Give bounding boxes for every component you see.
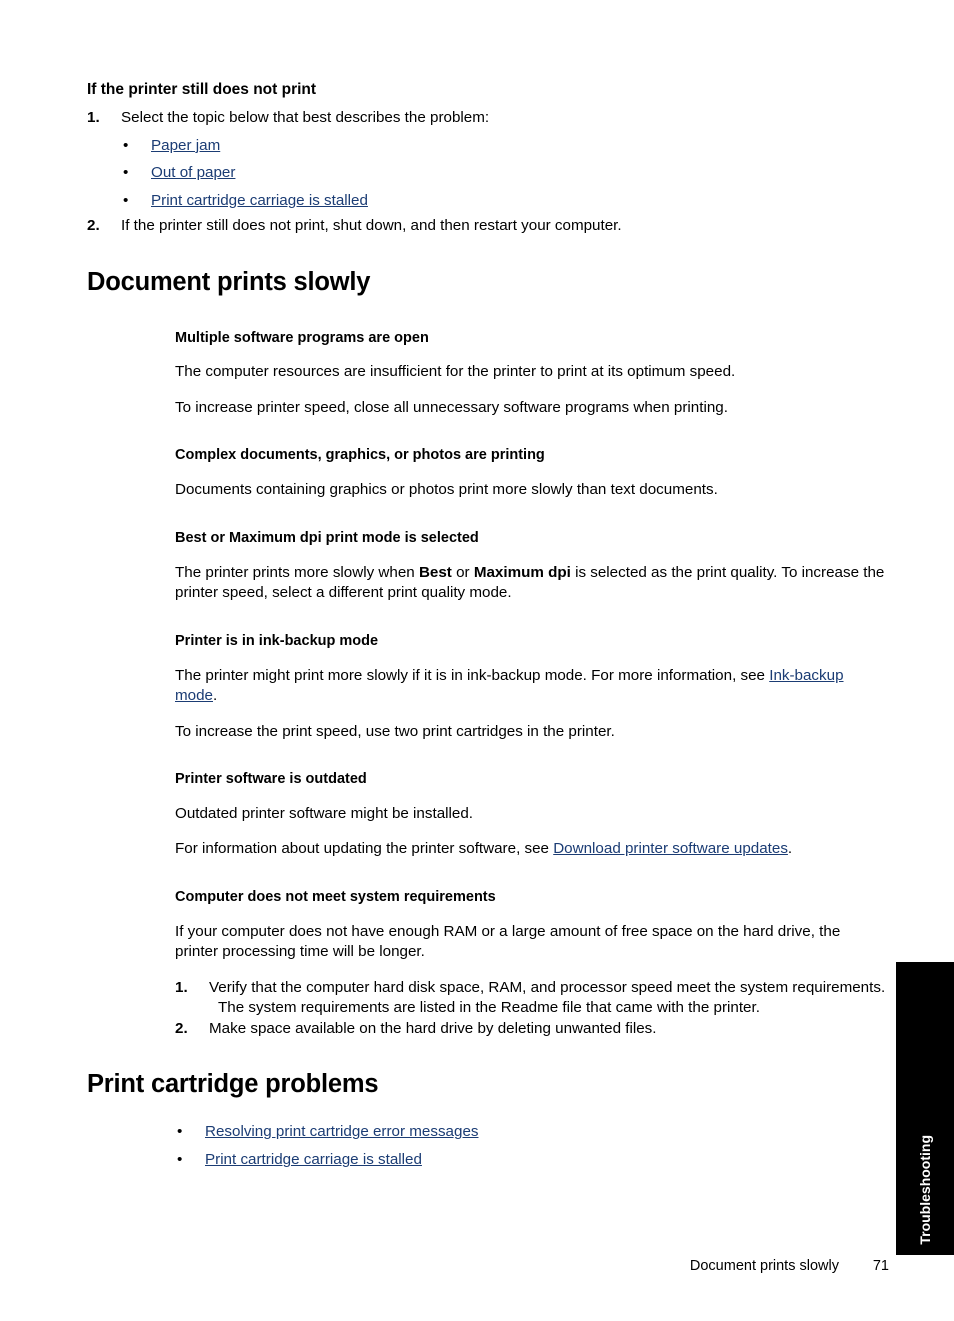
emphasis-maximum-dpi: Maximum dpi xyxy=(473,563,571,581)
link-download-printer-software-updates[interactable]: Download printer software updates xyxy=(553,840,788,857)
heading-print-cartridge-problems: Print cartridge problems xyxy=(87,1070,379,1099)
subsection-complex-documents: Complex documents, graphics, or photos a… xyxy=(175,446,887,500)
list-item: 2. If the printer still does not print, … xyxy=(87,216,887,237)
paragraph: For information about updating the print… xyxy=(175,839,887,860)
text-fragment: The printer might print more slowly if i… xyxy=(175,666,770,684)
text-fragment: . xyxy=(213,687,218,705)
list-item: • Resolving print cartridge error messag… xyxy=(177,1122,887,1143)
subsection-multiple-software-programs: Multiple software programs are open The … xyxy=(175,329,887,419)
still-not-print-links: • Paper jam • Out of paper • Print cartr… xyxy=(123,136,887,212)
bullet-icon: • xyxy=(123,164,129,182)
bullet-icon: • xyxy=(123,191,129,209)
step-text: Select the topic below that best describ… xyxy=(121,109,490,127)
step-number: 1. xyxy=(175,978,188,996)
chapter-side-tab: Troubleshooting xyxy=(896,962,954,1255)
list-item: • Print cartridge carriage is stalled xyxy=(177,1150,887,1171)
side-tab-label: Troubleshooting xyxy=(917,1135,933,1245)
list-item: 2. Make space available on the hard driv… xyxy=(175,1019,887,1040)
paragraph: The printer prints more slowly when Best… xyxy=(175,563,887,604)
bullet-icon: • xyxy=(177,1151,183,1169)
paragraph: The printer might print more slowly if i… xyxy=(175,666,887,707)
list-item: • Out of paper xyxy=(123,163,887,184)
step-subparagraph: The system requirements are listed in th… xyxy=(218,999,760,1017)
step-text: Verify that the computer hard disk space… xyxy=(209,978,886,996)
subsection-heading: Computer does not meet system requiremen… xyxy=(175,888,496,905)
link-paper-jam[interactable]: Paper jam xyxy=(151,137,220,154)
step-text: If the printer still does not print, shu… xyxy=(121,217,622,235)
paragraph: The computer resources are insufficient … xyxy=(175,363,736,381)
page-content: If the printer still does not print 1. S… xyxy=(87,80,887,1171)
system-requirements-steps: 1. Verify that the computer hard disk sp… xyxy=(175,978,887,1040)
subsection-printer-software-outdated: Printer software is outdated Outdated pr… xyxy=(175,770,887,860)
paragraph: Documents containing graphics or photos … xyxy=(175,481,718,499)
list-item: 1. Select the topic below that best desc… xyxy=(87,108,887,129)
cartridge-problem-links: • Resolving print cartridge error messag… xyxy=(177,1122,887,1171)
list-item: 1. Verify that the computer hard disk sp… xyxy=(175,978,887,1019)
paragraph: To increase the print speed, use two pri… xyxy=(175,722,615,740)
step-number: 2. xyxy=(175,1019,188,1037)
still-not-print-steps: 1. Select the topic below that best desc… xyxy=(87,108,887,237)
footer-title: Document prints slowly xyxy=(689,1258,839,1274)
bullet-icon: • xyxy=(177,1122,183,1140)
step-number: 1. xyxy=(87,109,100,127)
paragraph: If your computer does not have enough RA… xyxy=(175,922,841,961)
side-tab-label-wrap: Troubleshooting xyxy=(896,1085,954,1245)
link-resolving-print-cartridge-error-messages[interactable]: Resolving print cartridge error messages xyxy=(205,1123,479,1140)
emphasis-best: Best xyxy=(418,563,452,581)
text-fragment: For information about updating the print… xyxy=(175,840,554,858)
text-fragment: . xyxy=(787,840,793,858)
subsection-heading: Best or Maximum dpi print mode is select… xyxy=(175,529,479,546)
heading-if-printer-still-does-not-print: If the printer still does not print xyxy=(87,81,317,98)
paragraph: To increase printer speed, close all unn… xyxy=(175,398,728,416)
text-fragment: The printer prints more slowly when xyxy=(175,563,419,581)
subsection-heading: Complex documents, graphics, or photos a… xyxy=(175,447,545,464)
link-print-cartridge-carriage-is-stalled[interactable]: Print cartridge carriage is stalled xyxy=(151,192,368,209)
subsection-system-requirements: Computer does not meet system requiremen… xyxy=(175,888,887,1039)
list-item: • Paper jam xyxy=(123,136,887,157)
page-number: 71 xyxy=(872,1258,889,1274)
step-text: Make space available on the hard drive b… xyxy=(209,1019,657,1037)
heading-document-prints-slowly: Document prints slowly xyxy=(87,267,371,296)
document-page: If the printer still does not print 1. S… xyxy=(0,0,954,1321)
subsection-heading: Multiple software programs are open xyxy=(175,329,429,346)
link-print-cartridge-carriage-is-stalled[interactable]: Print cartridge carriage is stalled xyxy=(205,1151,422,1168)
list-item: • Print cartridge carriage is stalled xyxy=(123,191,887,212)
text-fragment: or xyxy=(451,563,474,581)
page-footer: Document prints slowly 71 xyxy=(0,1258,889,1274)
subsection-heading: Printer software is outdated xyxy=(175,771,367,788)
paragraph: Outdated printer software might be insta… xyxy=(175,804,474,822)
subsection-heading: Printer is in ink-backup mode xyxy=(175,632,379,649)
subsection-best-or-maximum-dpi: Best or Maximum dpi print mode is select… xyxy=(175,529,887,604)
link-out-of-paper[interactable]: Out of paper xyxy=(151,164,235,181)
step-number: 2. xyxy=(87,217,100,235)
bullet-icon: • xyxy=(123,136,129,154)
subsection-ink-backup-mode: Printer is in ink-backup mode The printe… xyxy=(175,632,887,742)
